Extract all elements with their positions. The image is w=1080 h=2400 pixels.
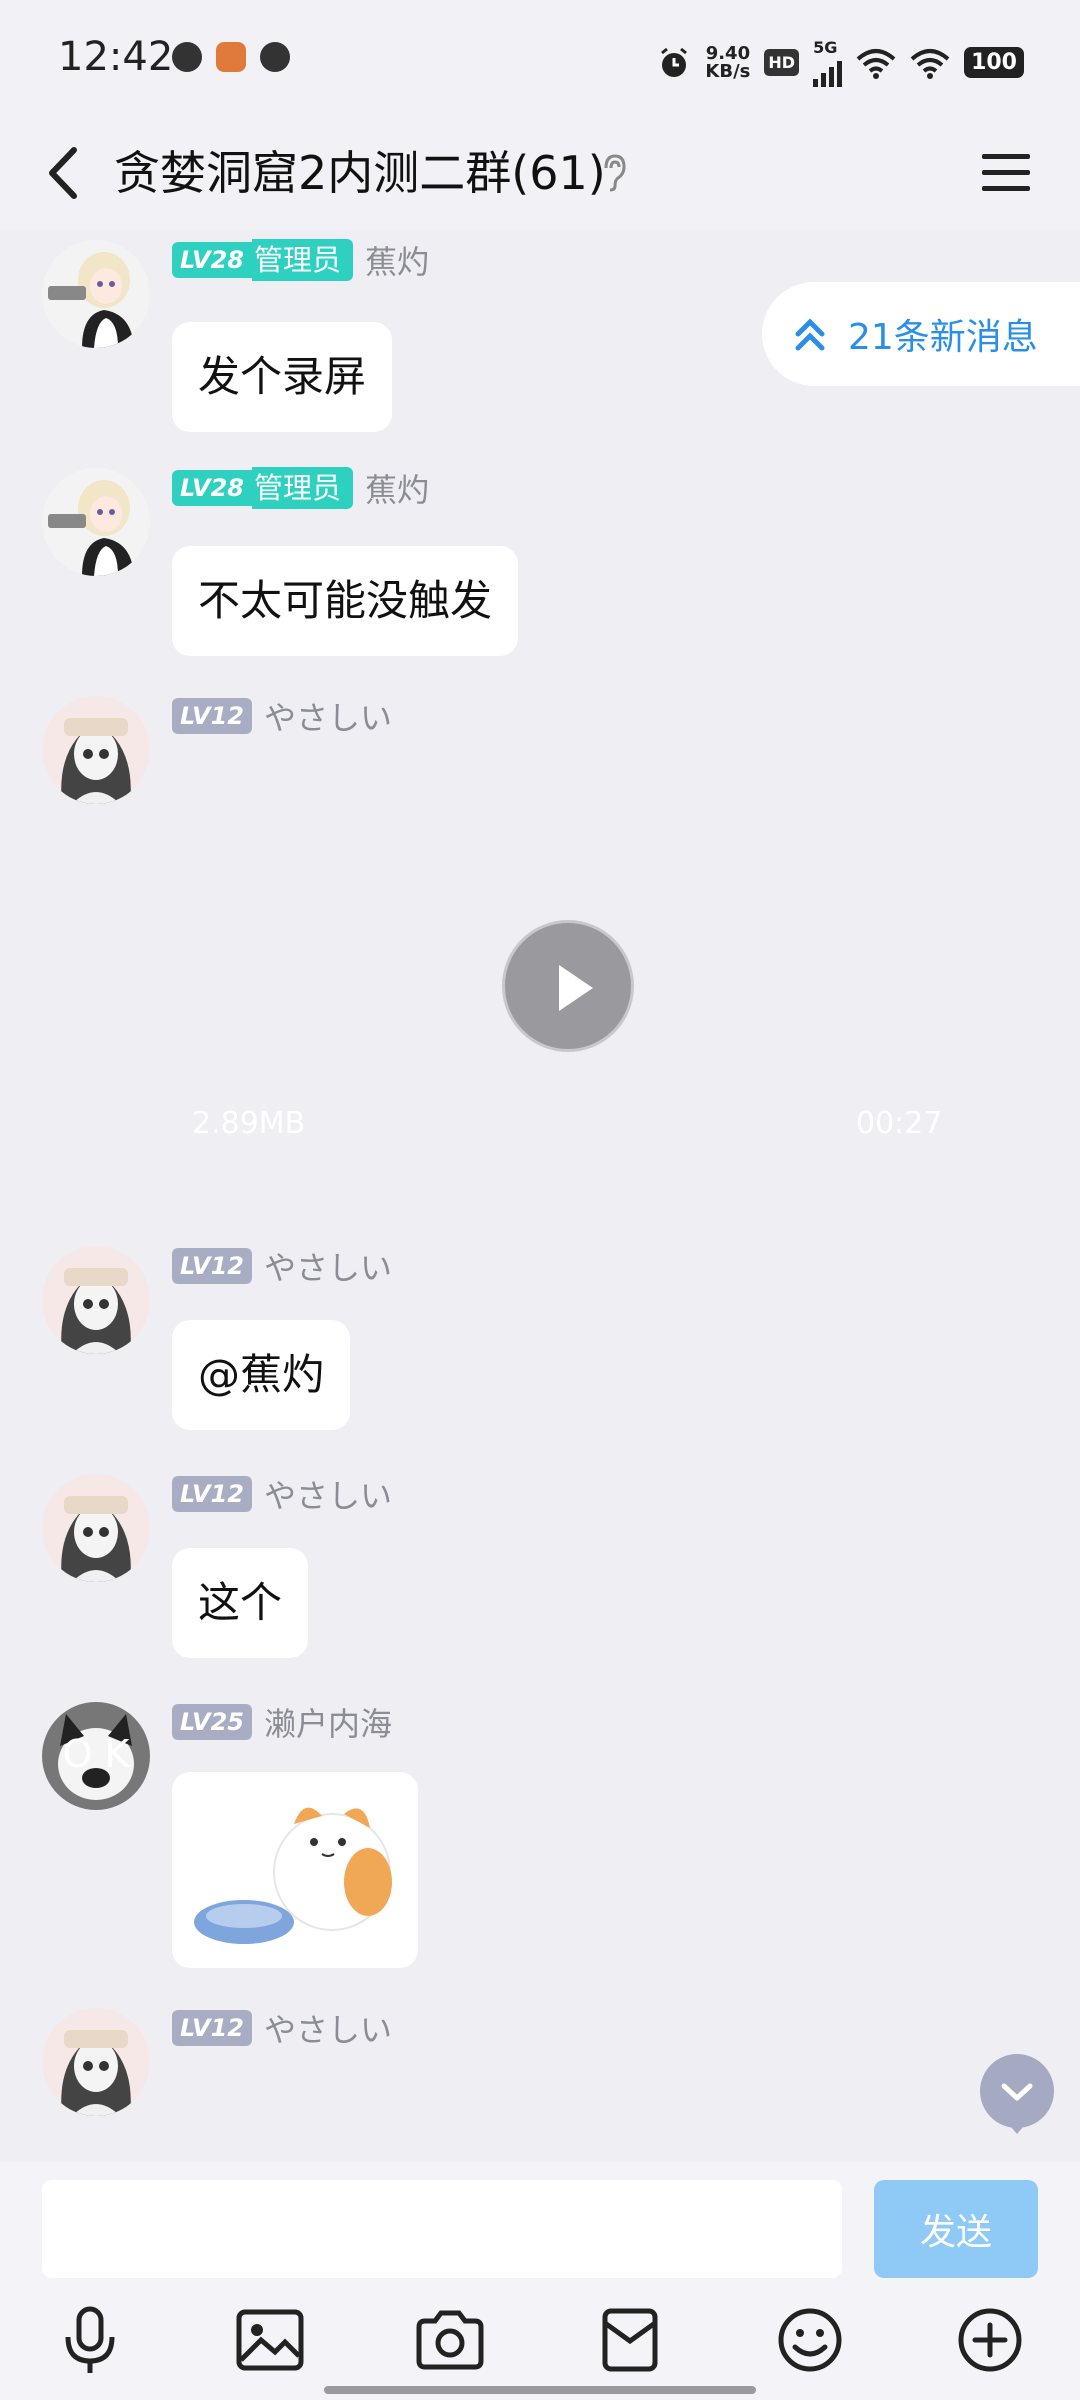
message-bubble[interactable]: 不太可能没触发 — [172, 546, 519, 656]
compass-icon — [260, 42, 290, 72]
level-badge: LV12 — [172, 2010, 252, 2046]
cat-sticker[interactable] — [172, 1772, 418, 1968]
sender-name[interactable]: 蕉灼 — [365, 465, 429, 511]
wifi-icon — [910, 48, 950, 79]
home-indicator[interactable] — [324, 2386, 756, 2394]
sender-name[interactable]: やさしい — [264, 1471, 392, 1517]
avatar[interactable] — [42, 1474, 150, 1582]
scroll-to-bottom-button[interactable] — [980, 2054, 1054, 2134]
sender-name[interactable]: 蕉灼 — [365, 237, 429, 283]
level-badge: LV28 — [172, 470, 252, 506]
avatar[interactable] — [42, 2008, 150, 2116]
net-speed-unit: KB/s — [705, 60, 751, 82]
admin-badge: 管理员 — [251, 239, 353, 281]
net-speed: 9.40 KB/s — [705, 42, 751, 82]
message-meta: LV12 やさしい — [172, 2006, 392, 2050]
status-right: 9.40 KB/s HD 5G 100 — [657, 38, 1024, 87]
send-button[interactable]: 发送 — [874, 2180, 1038, 2278]
battery-icon: 100 — [964, 47, 1024, 78]
video-duration: 00:27 — [856, 1106, 943, 1141]
status-time: 12:42 — [58, 34, 174, 80]
alarm-icon — [661, 47, 688, 77]
group-title[interactable]: 贪婪洞窟2内测二群(61) — [114, 138, 606, 208]
net-speed-value: 9.40 — [705, 42, 751, 64]
avatar[interactable] — [42, 696, 150, 804]
message-bubble[interactable]: 这个 — [172, 1548, 309, 1658]
ear-icon[interactable] — [600, 152, 628, 192]
emoji-icon[interactable] — [770, 2300, 850, 2380]
notification-icons — [172, 42, 290, 72]
chat-header: 贪婪洞窟2内测二群(61) — [0, 118, 1080, 230]
avatar[interactable] — [42, 468, 150, 576]
level-badge: LV12 — [172, 1248, 252, 1284]
red-packet-icon[interactable] — [590, 2300, 670, 2380]
signal-label: 5G — [813, 38, 838, 57]
chat-list[interactable]: LV28 管理员 蕉灼 发个录屏 LV28 管理员 蕉灼 不太可能没触发 LV1… — [0, 230, 1080, 2162]
input-bar: 发送 — [0, 2162, 1080, 2400]
sender-name[interactable]: やさしい — [264, 2005, 392, 2051]
microphone-icon[interactable] — [50, 2300, 130, 2380]
status-bar: 12:42 9.40 KB/s HD 5G 100 — [0, 0, 1080, 118]
double-chevron-up-icon — [795, 318, 825, 351]
level-badge: LV25 — [172, 1704, 252, 1740]
message-meta: LV28 管理员 蕉灼 — [172, 466, 429, 510]
message-meta: LV12 やさしい — [172, 1472, 392, 1516]
back-icon[interactable] — [36, 138, 96, 208]
sender-name[interactable]: 濑户内海 — [264, 1699, 392, 1745]
sender-name[interactable]: やさしい — [264, 1243, 392, 1289]
image-icon[interactable] — [230, 2300, 310, 2380]
message-bubble[interactable]: 发个录屏 — [172, 322, 393, 432]
level-badge: LV28 — [172, 242, 252, 278]
new-messages-label: 21条新消息 — [848, 317, 1038, 358]
cake-icon — [216, 42, 246, 72]
hd-badge: HD — [764, 49, 800, 76]
avatar-text: O K — [62, 1732, 130, 1776]
play-icon[interactable] — [502, 920, 634, 1052]
plus-icon[interactable] — [950, 2300, 1030, 2380]
level-badge: LV12 — [172, 1476, 252, 1512]
message-meta: LV25 濑户内海 — [172, 1700, 392, 1744]
avatar[interactable]: O K — [42, 1702, 150, 1810]
menu-icon[interactable] — [978, 142, 1034, 202]
message-meta: LV28 管理员 蕉灼 — [172, 238, 429, 282]
video-message[interactable]: 2.89MB 00:27 — [172, 694, 972, 1154]
wifi-small-icon — [856, 48, 896, 79]
message-meta: LV12 やさしい — [172, 1244, 392, 1288]
message-input[interactable] — [42, 2180, 842, 2278]
new-messages-button[interactable]: 21条新消息 — [762, 282, 1080, 386]
avatar[interactable] — [42, 240, 150, 348]
avatar[interactable] — [42, 1246, 150, 1354]
chat-toolbar — [0, 2300, 1080, 2380]
camera-icon[interactable] — [410, 2300, 490, 2380]
signal-icon: 5G — [813, 38, 843, 87]
video-size: 2.89MB — [192, 1106, 306, 1141]
message-bubble[interactable]: @蕉灼 — [172, 1320, 351, 1430]
admin-badge: 管理员 — [251, 467, 353, 509]
globe-icon — [172, 42, 202, 72]
chevron-down-icon — [1001, 2083, 1033, 2101]
